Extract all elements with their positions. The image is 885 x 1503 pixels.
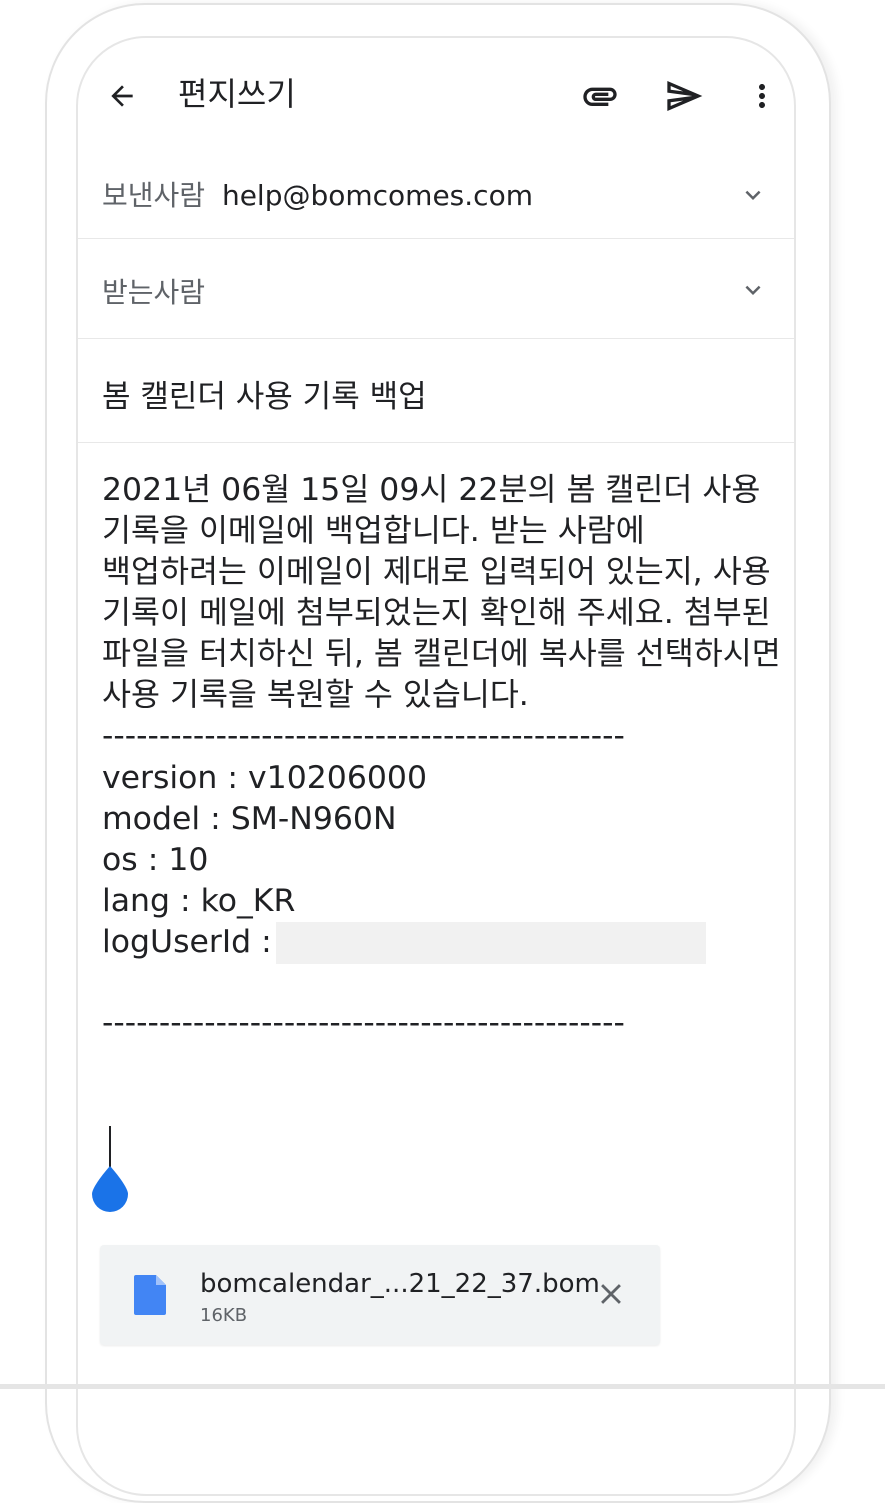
chevron-down-icon[interactable]	[738, 180, 768, 210]
send-icon	[667, 81, 703, 111]
attachment-chip[interactable]: bomcalendar_...21_22_37.bom 16KB	[100, 1245, 660, 1345]
subject-row[interactable]: 봄 캘린더 사용 기록 백업	[78, 339, 794, 443]
more-options-button[interactable]	[738, 72, 786, 120]
file-icon	[134, 1275, 166, 1315]
separator-bottom: ----------------------------------------…	[102, 1005, 625, 1041]
more-vert-icon	[759, 84, 765, 108]
send-button[interactable]	[660, 72, 708, 120]
attachment-size: 16KB	[200, 1305, 248, 1326]
model-line: model : SM-N960N	[102, 801, 397, 837]
cursor-handle-icon[interactable]	[92, 1166, 128, 1212]
attachment-name: bomcalendar_...21_22_37.bom	[200, 1269, 600, 1299]
to-row[interactable]: 받는사람	[78, 239, 794, 339]
os-line: os : 10	[102, 842, 209, 878]
bottom-edge	[0, 1384, 885, 1389]
separator-top: ----------------------------------------…	[102, 718, 625, 754]
lang-line: lang : ko_KR	[102, 883, 296, 919]
close-icon[interactable]	[594, 1277, 628, 1311]
attachment-icon	[583, 87, 617, 106]
subject-field[interactable]: 봄 캘린더 사용 기록 백업	[102, 371, 427, 416]
attach-button[interactable]	[576, 72, 624, 120]
redacted-user-id	[276, 922, 706, 964]
compose-screen: 편지쓰기 보낸사람 help@bomcomes.com 받는사람 봄 캘린더 사…	[76, 36, 796, 1496]
from-row[interactable]: 보낸사람 help@bomcomes.com	[78, 148, 794, 239]
page-title: 편지쓰기	[178, 75, 296, 113]
log-user-id-label: logUserId :	[102, 924, 272, 960]
from-label: 보낸사람	[102, 179, 206, 212]
back-arrow-icon	[111, 85, 133, 107]
from-label-group: 보낸사람 help@bomcomes.com	[102, 174, 533, 214]
compose-toolbar: 편지쓰기	[78, 38, 794, 148]
version-line: version : v10206000	[102, 760, 427, 796]
from-value: help@bomcomes.com	[221, 179, 533, 212]
back-button[interactable]	[100, 74, 144, 118]
email-body[interactable]: 2021년 06월 15일 09시 22분의 봄 캘린더 사용 기록을 이메일에…	[102, 470, 782, 716]
to-label: 받는사람	[102, 276, 206, 309]
chevron-down-icon[interactable]	[738, 275, 768, 305]
